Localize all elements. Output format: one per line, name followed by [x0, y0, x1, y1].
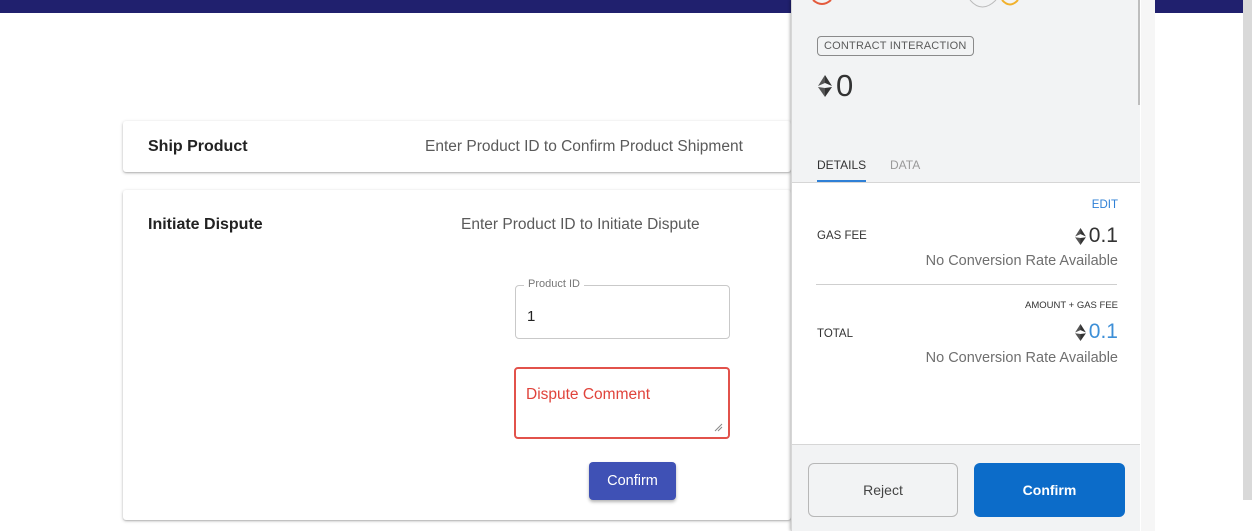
- dispute-comment-placeholder: Dispute Comment: [526, 386, 651, 403]
- product-id-value: 1: [527, 308, 536, 325]
- ship-product-title: Ship Product: [148, 138, 248, 155]
- amount-value: 0: [836, 68, 854, 103]
- ethereum-icon: [1074, 227, 1086, 245]
- gas-fee-value: 0.1: [1074, 224, 1118, 248]
- wallet-header: CONTRACT INTERACTION 0 DETAILS DATA: [792, 0, 1140, 183]
- product-id-label: Product ID: [524, 278, 584, 290]
- initiate-dispute-card: Initiate Dispute Enter Product ID to Ini…: [123, 190, 791, 520]
- transaction-amount: 0: [818, 68, 853, 104]
- gas-fee-amount: 0.1: [1088, 224, 1118, 247]
- contract-interaction-tag: CONTRACT INTERACTION: [817, 36, 974, 56]
- total-label: TOTAL: [817, 328, 853, 340]
- gas-fee-note: No Conversion Rate Available: [925, 253, 1118, 269]
- active-tab-indicator: [817, 180, 866, 182]
- product-id-field[interactable]: Product ID 1: [515, 278, 730, 339]
- tab-data[interactable]: DATA: [890, 158, 920, 172]
- header-scrollbar: [1138, 0, 1140, 105]
- total-note: No Conversion Rate Available: [925, 350, 1118, 366]
- wallet-footer: Reject Confirm: [792, 444, 1140, 531]
- initiate-dispute-subtitle: Enter Product ID to Initiate Dispute: [461, 216, 700, 233]
- ship-product-subtitle: Enter Product ID to Confirm Product Ship…: [425, 138, 743, 155]
- popup-scrollbar-track: [1141, 0, 1155, 531]
- gas-fee-label: GAS FEE: [817, 230, 867, 242]
- ship-product-card: Ship Product Enter Product ID to Confirm…: [123, 121, 791, 172]
- ethereum-icon: [1074, 323, 1086, 341]
- total-amount: 0.1: [1088, 320, 1118, 343]
- edit-link[interactable]: EDIT: [1092, 199, 1118, 211]
- resize-handle-icon[interactable]: [714, 423, 723, 432]
- ethereum-icon: [818, 75, 832, 97]
- tab-details[interactable]: DETAILS: [817, 158, 866, 172]
- dispute-confirm-button[interactable]: Confirm: [589, 462, 676, 500]
- page-scrollbar[interactable]: [1243, 0, 1252, 500]
- reject-button[interactable]: Reject: [808, 463, 958, 517]
- wallet-confirm-button[interactable]: Confirm: [974, 463, 1125, 517]
- fee-divider: [816, 284, 1117, 285]
- total-caption: AMOUNT + GAS FEE: [1025, 300, 1118, 311]
- wallet-popup: CONTRACT INTERACTION 0 DETAILS DATA EDIT…: [791, 0, 1141, 531]
- network-icon: [812, 0, 1019, 8]
- total-value: 0.1: [1074, 320, 1118, 344]
- dispute-comment-field[interactable]: Dispute Comment: [514, 367, 730, 439]
- initiate-dispute-title: Initiate Dispute: [148, 216, 263, 233]
